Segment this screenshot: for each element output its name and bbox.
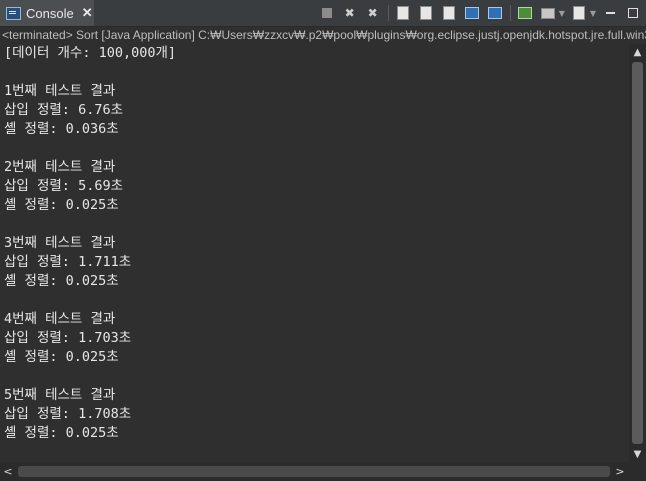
scroll-down-icon[interactable]: ▼ bbox=[629, 446, 646, 462]
terminate-icon[interactable] bbox=[318, 4, 336, 22]
chevron-down-icon[interactable]: ▼ bbox=[590, 9, 596, 18]
output-line: 삽입 정렬: 5.69초 bbox=[4, 178, 123, 194]
close-icon[interactable]: ✕ bbox=[82, 5, 93, 21]
output-line: 삽입 정렬: 6.76초 bbox=[4, 102, 123, 118]
console-output[interactable]: [데이터 개수: 100,000개] 1번째 테스트 결과 삽입 정렬: 6.7… bbox=[0, 44, 629, 462]
scroll-up-icon[interactable]: ▲ bbox=[629, 44, 646, 60]
output-line: 2번째 테스트 결과 bbox=[4, 159, 116, 175]
vertical-scrollbar[interactable]: ▲ ▼ bbox=[629, 44, 646, 462]
show-on-stderr-icon[interactable] bbox=[486, 4, 504, 22]
output-line: [데이터 개수: 100,000개] bbox=[4, 45, 177, 61]
chevron-down-icon[interactable]: ▼ bbox=[559, 9, 565, 18]
pin-console-icon[interactable] bbox=[516, 4, 534, 22]
scroll-lock-icon[interactable] bbox=[417, 4, 435, 22]
word-wrap-icon[interactable] bbox=[440, 4, 458, 22]
maximize-icon[interactable] bbox=[624, 4, 642, 22]
horizontal-scroll-thumb[interactable] bbox=[18, 466, 610, 477]
scroll-right-icon[interactable]: > bbox=[612, 462, 628, 481]
clear-console-icon[interactable] bbox=[394, 4, 412, 22]
remove-all-terminated-icon[interactable]: ✖ bbox=[364, 4, 382, 22]
tab-console-label: Console bbox=[26, 5, 74, 21]
output-line: 삽입 정렬: 1.703초 bbox=[4, 330, 132, 346]
output-line: 셸 정렬: 0.025초 bbox=[4, 197, 119, 213]
output-line: 3번째 테스트 결과 bbox=[4, 235, 116, 251]
output-line: 1번째 테스트 결과 bbox=[4, 83, 116, 99]
view-tab-bar: Console ✕ ✖ ✖ ▼ ▼ bbox=[0, 0, 646, 27]
output-line: 삽입 정렬: 1.711초 bbox=[4, 254, 132, 270]
scroll-left-icon[interactable]: < bbox=[0, 462, 16, 481]
console-view: Console ✕ ✖ ✖ ▼ ▼ <terminated> Sort [Jav… bbox=[0, 0, 646, 481]
output-line: 5번째 테스트 결과 bbox=[4, 387, 116, 403]
output-line: 셸 정렬: 0.025초 bbox=[4, 349, 119, 365]
horizontal-scrollbar[interactable]: < > bbox=[0, 462, 629, 481]
open-console-icon[interactable] bbox=[570, 4, 588, 22]
remove-launch-icon[interactable]: ✖ bbox=[341, 4, 359, 22]
output-line: 4번째 테스트 결과 bbox=[4, 311, 116, 327]
vertical-scroll-thumb[interactable] bbox=[632, 62, 643, 444]
minimize-icon[interactable] bbox=[601, 4, 619, 22]
output-line: 셸 정렬: 0.025초 bbox=[4, 425, 119, 441]
scrollbar-corner bbox=[629, 462, 646, 481]
console-toolbar: ✖ ✖ ▼ ▼ bbox=[313, 3, 642, 23]
show-on-stdout-icon[interactable] bbox=[463, 4, 481, 22]
tab-console[interactable]: Console ✕ bbox=[0, 0, 94, 26]
display-selected-console-icon[interactable] bbox=[539, 4, 557, 22]
output-line: 삽입 정렬: 1.708초 bbox=[4, 406, 132, 422]
console-icon bbox=[6, 6, 21, 20]
output-line: 셸 정렬: 0.025초 bbox=[4, 273, 119, 289]
toolbar-separator bbox=[387, 5, 389, 21]
process-status-line: <terminated> Sort [Java Application] C:₩… bbox=[0, 27, 646, 44]
toolbar-separator bbox=[509, 5, 511, 21]
output-line: 셸 정렬: 0.036초 bbox=[4, 121, 119, 137]
